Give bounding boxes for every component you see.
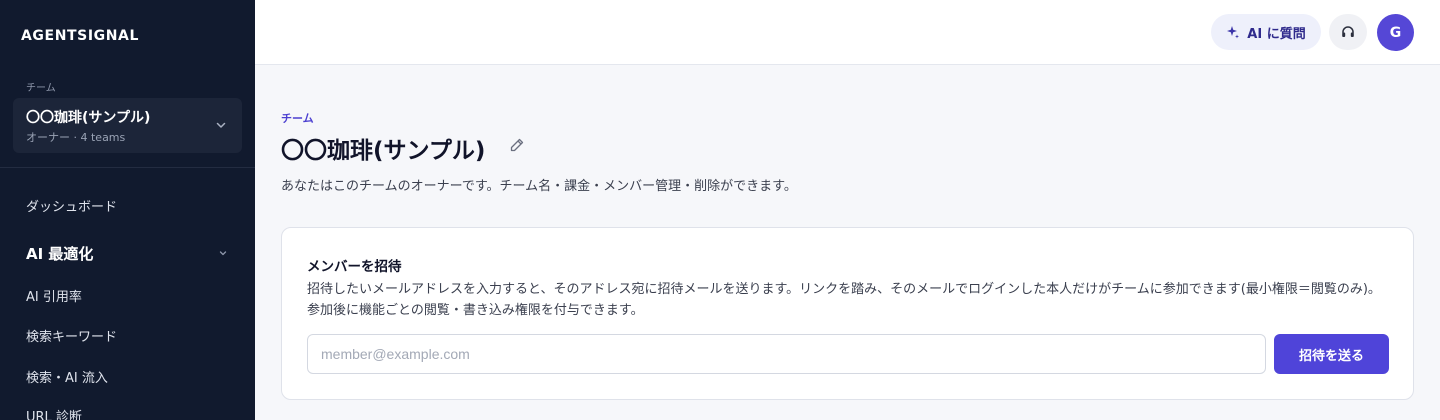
chevron-down-icon — [216, 122, 226, 128]
sidebar-item-ai-citation[interactable]: AI 引用率 — [26, 286, 82, 305]
ask-ai-button[interactable]: AI に質問 — [1211, 14, 1321, 50]
ask-ai-label: AI に質問 — [1247, 26, 1306, 42]
user-avatar[interactable]: G — [1377, 14, 1414, 51]
sidebar-group-ai-optimization[interactable]: AI 最適化 — [26, 243, 93, 264]
team-switcher-meta: オーナー · 4 teams — [26, 131, 126, 144]
page-description: あなたはこのチームのオーナーです。チーム名・課金・メンバー管理・削除ができます。 — [281, 179, 797, 194]
sidebar-item-search-ai-inflow[interactable]: 検索・AI 流入 — [26, 367, 108, 386]
pencil-icon[interactable] — [509, 137, 525, 153]
headset-icon — [1342, 26, 1354, 37]
invite-member-card: メンバーを招待 招待したいメールアドレスを入力すると、そのアドレス宛に招待メール… — [281, 227, 1414, 400]
page-title: 〇〇珈琲(サンプル) — [281, 138, 486, 164]
chevron-down-icon[interactable] — [218, 248, 228, 258]
sidebar-item-url-diagnosis[interactable]: URL 診断 — [26, 406, 82, 420]
team-caption: チーム — [26, 83, 56, 94]
sidebar-item-dashboard[interactable]: ダッシュボード — [26, 196, 117, 215]
brand-logo[interactable]: AGENTSIGNAL — [21, 28, 139, 44]
invite-card-description: 招待したいメールアドレスを入力すると、そのアドレス宛に招待メールを送ります。リン… — [307, 282, 1381, 318]
sparkle-icon — [1227, 26, 1240, 39]
sidebar: AGENTSIGNAL チーム 〇〇珈琲(サンプル) オーナー · 4 team… — [0, 0, 255, 420]
invite-email-input[interactable] — [307, 334, 1266, 374]
team-switcher-name: 〇〇珈琲(サンプル) — [26, 110, 151, 126]
sidebar-item-search-keywords[interactable]: 検索キーワード — [26, 326, 117, 345]
page-eyebrow: チーム — [281, 112, 314, 125]
send-invite-button[interactable]: 招待を送る — [1274, 334, 1389, 374]
top-bar: AI に質問 G — [255, 0, 1440, 65]
invite-card-title: メンバーを招待 — [307, 259, 402, 275]
support-button[interactable] — [1329, 14, 1367, 50]
sidebar-divider — [0, 167, 255, 168]
team-switcher[interactable]: 〇〇珈琲(サンプル) オーナー · 4 teams — [13, 98, 242, 153]
